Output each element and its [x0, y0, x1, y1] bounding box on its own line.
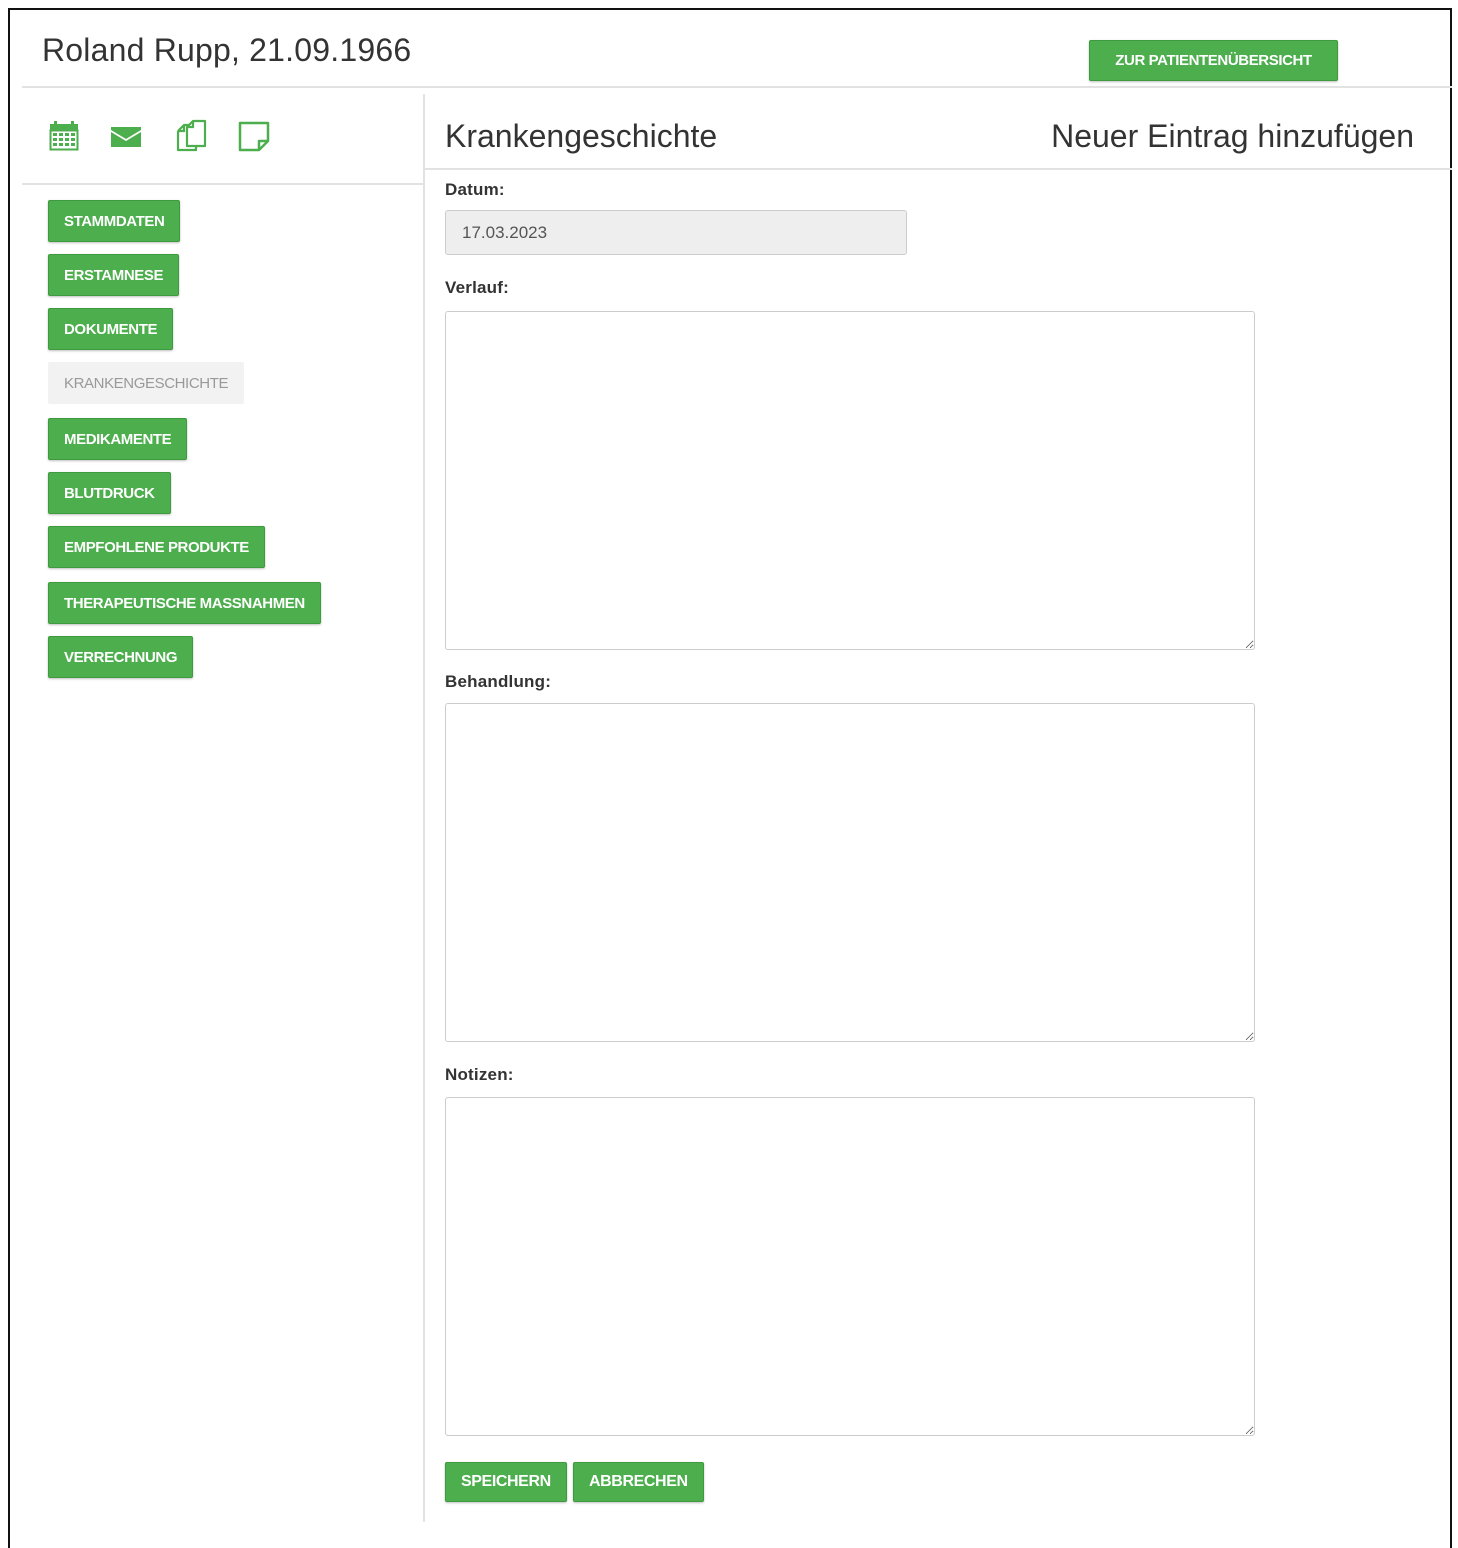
note-icon[interactable] — [236, 118, 272, 154]
envelope-icon[interactable] — [108, 118, 144, 154]
sidebar-item-empfohlene-produkte[interactable]: EMPFOHLENE PRODUKTE — [48, 526, 265, 568]
datum-field[interactable] — [445, 210, 907, 255]
sidebar-item-erstamnese[interactable]: ERSTAMNESE — [48, 254, 180, 296]
patient-overview-button[interactable]: ZUR PATIENTENÜBERSICHT — [1089, 40, 1338, 81]
sidebar-item-verrechnung[interactable]: VERRECHNUNG — [48, 636, 194, 678]
sidebar-item-therapeutische-massnahmen[interactable]: THERAPEUTISCHE MASSNAHMEN — [48, 582, 321, 624]
copy-icon[interactable] — [172, 118, 208, 154]
verlauf-textarea[interactable] — [445, 311, 1255, 650]
sidebar-divider — [423, 94, 425, 1522]
verlauf-label: Verlauf: — [445, 278, 509, 297]
datum-label: Datum: — [445, 180, 505, 199]
sidebar-item-medikamente[interactable]: MEDIKAMENTE — [48, 418, 188, 460]
cancel-button[interactable]: ABBRECHEN — [573, 1462, 704, 1502]
behandlung-label: Behandlung: — [445, 672, 552, 691]
sidebar-icon-divider — [22, 183, 423, 185]
notizen-label: Notizen: — [445, 1065, 514, 1084]
patient-name-header: Roland Rupp, 21.09.1966 — [42, 32, 412, 68]
save-button[interactable]: SPEICHERN — [445, 1462, 567, 1502]
sidebar-item-dokumente[interactable]: DOKUMENTE — [48, 308, 174, 350]
sidebar-item-blutdruck[interactable]: BLUTDRUCK — [48, 472, 171, 514]
page-subtitle: Neuer Eintrag hinzufügen — [1051, 118, 1414, 154]
main-header-divider — [425, 168, 1452, 170]
behandlung-textarea[interactable] — [445, 703, 1255, 1042]
notizen-textarea[interactable] — [445, 1097, 1255, 1436]
calendar-icon[interactable] — [46, 118, 82, 154]
page-title: Krankengeschichte — [445, 118, 718, 154]
sidebar-item-stammdaten[interactable]: STAMMDATEN — [48, 200, 181, 242]
header-divider — [22, 86, 1452, 88]
sidebar-item-krankengeschichte[interactable]: KRANKENGESCHICHTE — [48, 362, 245, 404]
